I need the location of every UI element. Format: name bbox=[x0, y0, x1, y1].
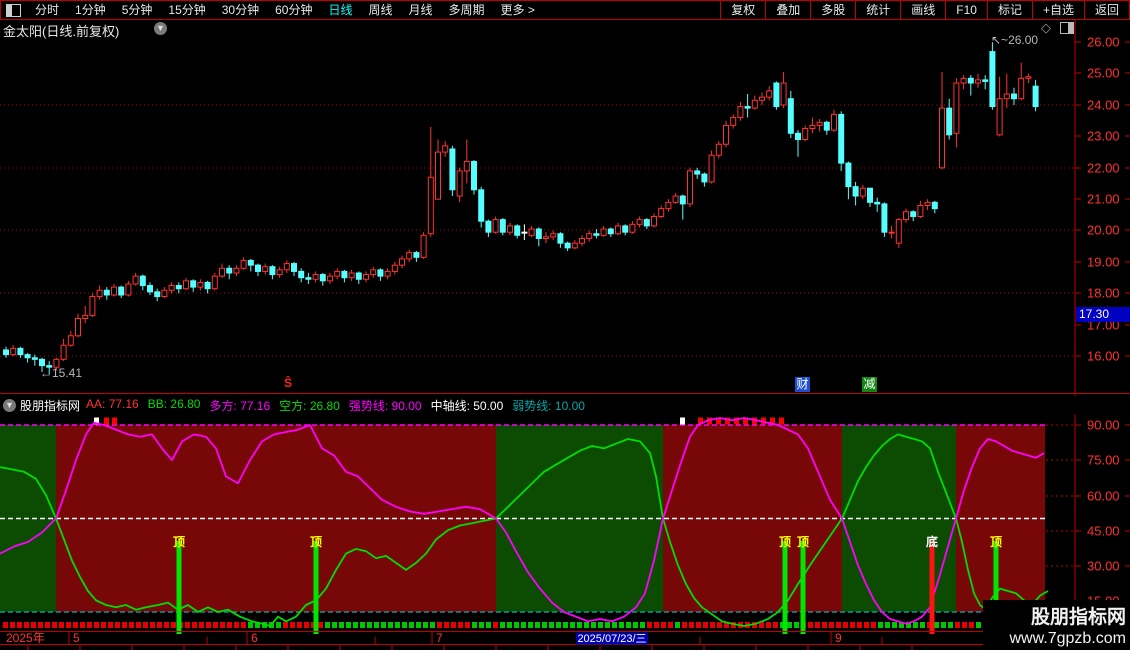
svg-text:顶: 顶 bbox=[779, 535, 791, 549]
toolbar-left-item-5[interactable]: 60分钟 bbox=[267, 1, 320, 19]
svg-text:2025年: 2025年 bbox=[6, 631, 45, 645]
indicator-value-6: 弱势线: 10.00 bbox=[512, 399, 585, 413]
svg-text:顶: 顶 bbox=[310, 535, 322, 549]
svg-text:7: 7 bbox=[436, 631, 443, 645]
svg-text:30.00: 30.00 bbox=[1087, 559, 1120, 574]
chart-canvas[interactable]: 26.0025.0024.0023.0022.0021.0020.0019.00… bbox=[0, 0, 1130, 650]
toolbar-right-item-0[interactable]: 复权 bbox=[720, 1, 765, 19]
svg-text:75.00: 75.00 bbox=[1087, 453, 1120, 468]
toolbar-left-item-4[interactable]: 30分钟 bbox=[214, 1, 267, 19]
toolbar-right-group: 复权 叠加 多股 统计 画线 F10 标记 +自选 返回 bbox=[720, 1, 1129, 19]
toolbar-left-item-2[interactable]: 5分钟 bbox=[114, 1, 161, 19]
indicator-values: AA: 77.16 BB: 26.80 多方: 77.16 空方: 26.80 强势线:… bbox=[86, 397, 594, 414]
svg-text:90.00: 90.00 bbox=[1087, 418, 1120, 433]
toolbar-left-item-10[interactable]: 更多 > bbox=[493, 1, 543, 19]
watermark-url: www.7gpzb.com bbox=[1009, 630, 1127, 647]
indicator-header: ▼ 股朋指标网 AA: 77.16 BB: 26.80 多方: 77.16 空方: 2… bbox=[0, 396, 1130, 415]
toolbar-right-item-3[interactable]: 统计 bbox=[855, 1, 900, 19]
event-badge-finance[interactable]: 财 bbox=[795, 377, 810, 392]
indicator-value-4: 强势线: 90.00 bbox=[348, 399, 422, 413]
svg-text:底: 底 bbox=[926, 534, 938, 549]
svg-text:20.00: 20.00 bbox=[1087, 223, 1120, 238]
svg-text:18.00: 18.00 bbox=[1087, 286, 1120, 301]
layout-split-icon[interactable] bbox=[6, 3, 21, 17]
svg-text:顶: 顶 bbox=[990, 535, 1002, 549]
low-price-label: ←15.41 bbox=[40, 366, 83, 380]
toolbar-right-item-6[interactable]: 标记 bbox=[986, 1, 1032, 19]
indicator-value-2: 多方: 77.16 bbox=[209, 399, 271, 413]
indicator-name[interactable]: 股朋指标网 bbox=[20, 397, 80, 414]
indicator-value-3: 空方: 26.80 bbox=[279, 399, 340, 413]
title-bar: 金太阳(日线.前复权) ▼ ◇ bbox=[0, 19, 1130, 39]
svg-text:5: 5 bbox=[73, 631, 80, 645]
svg-text:60.00: 60.00 bbox=[1087, 489, 1120, 504]
indicator-value-5: 中轴线: 50.00 bbox=[430, 399, 504, 413]
period-toolbar: 分时 1分钟 5分钟 15分钟 30分钟 60分钟 日线 周线 月线 多周期 更多 > 复权 叠加 多股… bbox=[0, 0, 1130, 20]
toolbar-left-item-3[interactable]: 15分钟 bbox=[160, 1, 213, 19]
toolbar-left-item-6[interactable]: 日线 bbox=[320, 1, 360, 19]
svg-text:2025/07/23/三: 2025/07/23/三 bbox=[577, 633, 646, 645]
pane-split-icon[interactable] bbox=[1060, 22, 1074, 34]
indicator-axis: 90.0075.0060.0045.0030.0015.00 bbox=[1046, 418, 1130, 609]
toolbar-left-item-0[interactable]: 分时 bbox=[27, 1, 67, 19]
toolbar-left-item-9[interactable]: 多周期 bbox=[441, 1, 493, 19]
toolbar-right-item-1[interactable]: 叠加 bbox=[765, 1, 810, 19]
svg-text:顶: 顶 bbox=[797, 535, 809, 549]
svg-text:6: 6 bbox=[251, 631, 258, 645]
toolbar-right-item-2[interactable]: 多股 bbox=[810, 1, 855, 19]
svg-text:23.00: 23.00 bbox=[1087, 129, 1120, 144]
svg-text:21.00: 21.00 bbox=[1087, 192, 1120, 207]
svg-text:25.00: 25.00 bbox=[1087, 66, 1120, 81]
overbought-marks bbox=[94, 417, 784, 425]
date-axis[interactable]: 2025年 5 6 7 9 2025/07/23/三 bbox=[0, 631, 1130, 650]
signal-s-marker: Ŝ bbox=[284, 376, 293, 390]
svg-text:顶: 顶 bbox=[173, 535, 185, 549]
toolbar-right-item-7[interactable]: +自选 bbox=[1031, 1, 1084, 19]
event-badge-reduction[interactable]: 减 bbox=[862, 377, 877, 392]
chevron-down-icon[interactable]: ▼ bbox=[154, 22, 167, 35]
toolbar-left-item-7[interactable]: 周线 bbox=[360, 1, 400, 19]
toolbar-right-item-4[interactable]: 画线 bbox=[900, 1, 945, 19]
svg-text:19.00: 19.00 bbox=[1087, 255, 1120, 270]
candlestick-layer[interactable] bbox=[3, 42, 1039, 375]
watermark: 股朋指标网 www.7gpzb.com bbox=[983, 600, 1130, 650]
price-axis: 26.0025.0024.0023.0022.0021.0020.0019.00… bbox=[1074, 19, 1130, 650]
toolbar-left-item-8[interactable]: 月线 bbox=[401, 1, 441, 19]
price-tag: 17.30 bbox=[1076, 307, 1130, 322]
svg-text:16.00: 16.00 bbox=[1087, 349, 1120, 364]
app-window: 26.00 25.00 24.00 23.00 22.00 21.00 20.00 19.00… bbox=[0, 0, 1130, 650]
signal-strip bbox=[3, 622, 988, 628]
toolbar-left-group: 分时 1分钟 5分钟 15分钟 30分钟 60分钟 日线 周线 月线 多周期 更多 > bbox=[1, 1, 543, 19]
diamond-icon[interactable]: ◇ bbox=[1041, 20, 1051, 36]
toolbar-right-item-8[interactable]: 返回 bbox=[1083, 1, 1129, 19]
indicator-value-0: AA: 77.16 bbox=[86, 397, 139, 411]
svg-text:9: 9 bbox=[835, 631, 842, 645]
svg-text:45.00: 45.00 bbox=[1087, 524, 1120, 539]
toolbar-left-item-1[interactable]: 1分钟 bbox=[67, 1, 114, 19]
chevron-down-icon[interactable]: ▼ bbox=[3, 399, 16, 412]
watermark-site-name: 股朋指标网 bbox=[1030, 607, 1126, 628]
svg-text:22.00: 22.00 bbox=[1087, 161, 1120, 176]
svg-text:24.00: 24.00 bbox=[1087, 98, 1120, 113]
page-title: 金太阳(日线.前复权) bbox=[3, 24, 120, 39]
indicator-value-1: BB: 26.80 bbox=[147, 397, 201, 411]
toolbar-right-item-5[interactable]: F10 bbox=[945, 1, 987, 19]
